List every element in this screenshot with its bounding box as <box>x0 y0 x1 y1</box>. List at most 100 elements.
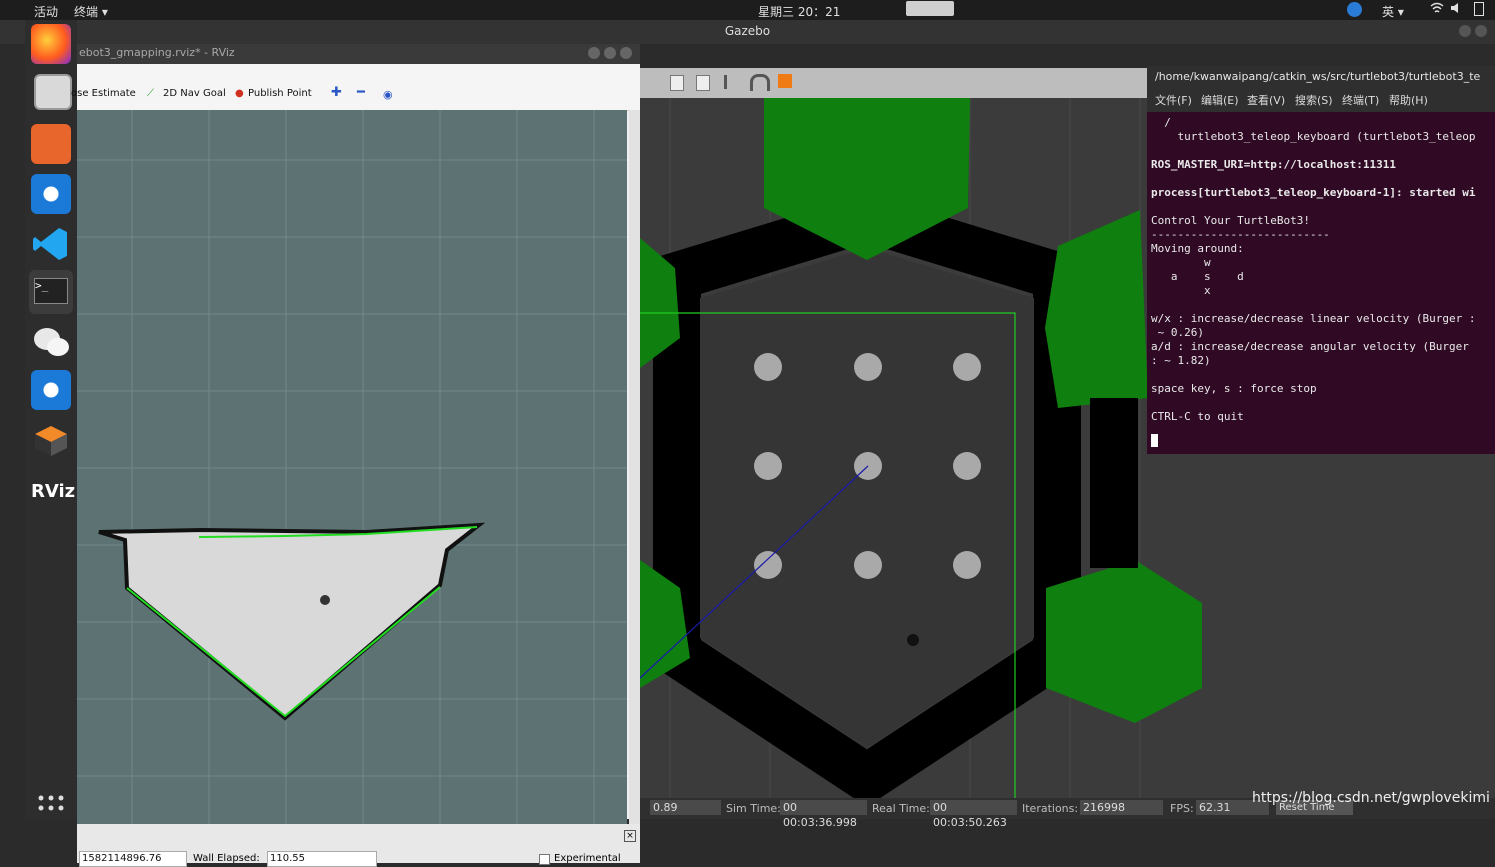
terminal-line: turtlebot3_teleop_keyboard (turtlebot3_t… <box>1151 130 1476 143</box>
terminal-line: --------------------------- <box>1151 228 1330 241</box>
wechat-icon[interactable] <box>31 322 71 362</box>
publish-point-icon: ● <box>235 88 244 99</box>
terminal-line: w <box>1151 256 1211 269</box>
terminal-line: ROS_MASTER_URI=http://localhost:11311 <box>1151 158 1397 171</box>
vscode-icon[interactable] <box>31 224 71 264</box>
terminal-glyph: >_ <box>34 278 68 304</box>
wall-elapsed-label: Wall Elapsed: <box>193 853 260 864</box>
terminal-output[interactable]: / turtlebot3_teleop_keyboard (turtlebot3… <box>1151 116 1495 454</box>
add-tool-icon[interactable]: ✚ <box>331 85 342 100</box>
publish-point-button[interactable]: Publish Point <box>248 88 312 99</box>
gazebo-close-icon[interactable] <box>1475 25 1487 37</box>
paste-icon[interactable] <box>696 75 710 91</box>
time-panel-close-icon[interactable]: × <box>624 830 636 842</box>
wall-elapsed-field[interactable]: 110.55 <box>267 851 377 867</box>
power-icon[interactable] <box>1474 2 1484 16</box>
firefox-icon[interactable] <box>31 24 71 64</box>
terminal-line: space key, s : force stop <box>1151 382 1317 395</box>
rviz-icon[interactable]: RViz <box>31 472 75 512</box>
sim-time-label: Sim Time: <box>726 802 781 815</box>
terminal-line: Control Your TurtleBot3! <box>1151 214 1310 227</box>
teamviewer-tray-icon[interactable] <box>1347 2 1362 17</box>
rviz-close-icon[interactable] <box>620 47 632 59</box>
real-time-label: Real Time: <box>872 802 930 815</box>
gazebo-toolbar <box>640 68 1150 98</box>
activities-button[interactable]: 活动 <box>34 3 58 20</box>
teamviewer-icon-2[interactable] <box>31 370 71 410</box>
map-grid <box>77 110 627 824</box>
system-top-bar: 活动 终端 ▾ 星期三 20：21 英 ▾ <box>0 0 1495 20</box>
terminal-icon[interactable]: >_ <box>29 270 73 314</box>
occupancy-map <box>77 110 627 824</box>
real-time-value: 00 00:03:50.263 <box>930 800 1017 829</box>
gazebo-window-title: Gazebo <box>724 24 771 38</box>
obstacle-right-upper <box>1045 210 1148 408</box>
menu-search[interactable]: 搜索(S) <box>1295 90 1333 112</box>
rviz-maximize-icon[interactable] <box>604 47 616 59</box>
nav-goal-icon: ⟋ <box>147 88 154 99</box>
gazebo-title-bar: Gazebo <box>0 20 1495 44</box>
files-icon[interactable] <box>34 74 72 110</box>
menu-help[interactable]: 帮助(H) <box>1389 90 1428 112</box>
ros-time-field[interactable]: 1582114896.76 <box>79 851 187 867</box>
clock[interactable]: 星期三 20：21 <box>758 3 840 20</box>
turtlebot-model <box>907 634 919 646</box>
watermark: https://blog.csdn.net/gwplovekimi <box>1252 790 1490 806</box>
terminal-line: Moving around: <box>1151 242 1244 255</box>
dock: >_ RViz <box>25 20 77 819</box>
app-menu[interactable]: 终端 ▾ <box>74 3 108 20</box>
terminal-title: /home/kwanwaipang/catkin_ws/src/turtlebo… <box>1155 70 1481 83</box>
copy-icon[interactable] <box>670 75 684 91</box>
teamviewer-icon[interactable] <box>31 174 71 214</box>
terminal-line: ~ 0.26) <box>1151 326 1204 339</box>
rviz-window-title: ebot3_gmapping.rviz* - RViz <box>79 46 235 59</box>
iterations-label: Iterations: <box>1022 802 1079 815</box>
rviz-minimize-icon[interactable] <box>588 47 600 59</box>
snap-icon[interactable] <box>750 74 770 91</box>
terminal-line: a s d <box>1151 270 1244 283</box>
terminal-cursor <box>1151 434 1158 447</box>
terminal-line: x <box>1151 284 1211 297</box>
terminal-line: / <box>1151 116 1171 129</box>
experimental-checkbox[interactable] <box>539 854 550 865</box>
menu-edit[interactable]: 编辑(E) <box>1201 90 1239 112</box>
terminal-line: process[turtlebot3_teleop_keyboard-1]: s… <box>1151 186 1476 199</box>
show-apps-icon[interactable] <box>31 790 71 830</box>
gazebo-minimize-icon[interactable] <box>1459 25 1471 37</box>
software-center-icon[interactable] <box>31 124 71 164</box>
menu-terminal[interactable]: 终端(T) <box>1342 90 1379 112</box>
screen-toggle-icon[interactable] <box>906 1 954 16</box>
obstacle-right-lower <box>1046 560 1202 723</box>
align-icon[interactable] <box>724 75 741 89</box>
rtf-value: 0.89 <box>650 800 721 815</box>
menu-file[interactable]: 文件(F) <box>1155 90 1192 112</box>
view-tool-icon[interactable]: ◉ <box>383 88 393 101</box>
iterations-value: 216998 <box>1080 800 1163 815</box>
input-language[interactable]: 英 ▾ <box>1382 3 1404 20</box>
nav-goal-button[interactable]: 2D Nav Goal <box>163 88 226 99</box>
rviz-map-view[interactable] <box>77 110 627 824</box>
sim-time-value: 00 00:03:36.998 <box>780 800 867 829</box>
volume-icon[interactable] <box>1450 2 1464 17</box>
rviz-toolbar: ose Estimate ⟋ 2D Nav Goal ● Publish Poi… <box>71 64 640 111</box>
terminal-line: : ~ 1.82) <box>1151 354 1211 367</box>
view-angle-icon[interactable] <box>778 74 792 88</box>
rviz-title-bar: ebot3_gmapping.rviz* - RViz <box>77 44 640 64</box>
robot-marker <box>320 595 330 605</box>
remove-tool-icon[interactable]: ━ <box>357 85 365 100</box>
wall-right-segment <box>1090 398 1138 568</box>
menu-view[interactable]: 查看(V) <box>1247 90 1285 112</box>
wifi-icon[interactable] <box>1430 2 1444 17</box>
pose-estimate-button[interactable]: ose Estimate <box>71 88 136 99</box>
fps-label: FPS: <box>1170 802 1194 815</box>
terminal-menu-bar: 文件(F) 编辑(E) 查看(V) 搜索(S) 终端(T) 帮助(H) <box>1147 90 1495 112</box>
box-app-icon[interactable] <box>31 420 71 460</box>
rviz-side-splitter[interactable] <box>629 110 640 824</box>
terminal-title-bar: /home/kwanwaipang/catkin_ws/src/turtlebo… <box>1147 66 1495 90</box>
rviz-time-panel: × 1582114896.76 Wall Elapsed: 110.55 Exp… <box>77 824 640 867</box>
